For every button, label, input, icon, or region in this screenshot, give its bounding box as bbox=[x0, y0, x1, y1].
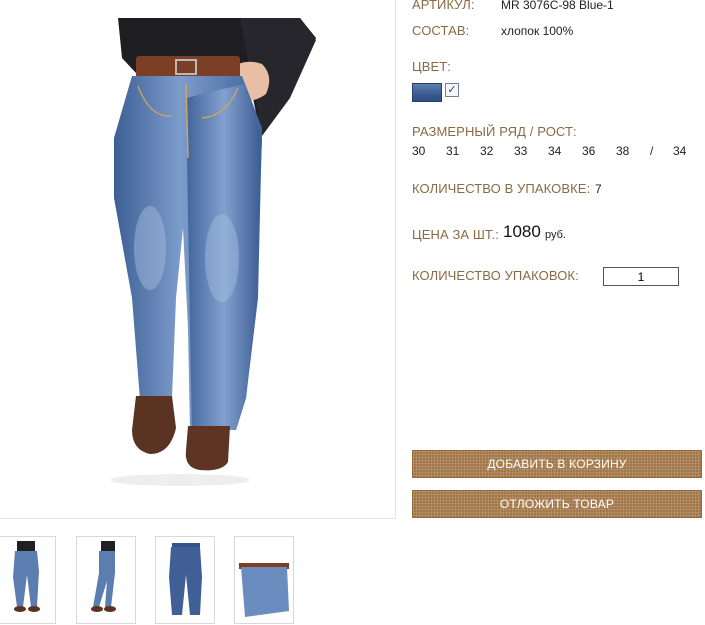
size-value: 36 bbox=[582, 144, 596, 158]
packs-quantity-input[interactable] bbox=[603, 267, 679, 286]
size-value: 38 bbox=[616, 144, 630, 158]
price-label: ЦЕНА ЗА ШТ.: bbox=[412, 227, 499, 242]
jeans-side-thumb-icon bbox=[91, 541, 116, 612]
height-separator: / bbox=[650, 144, 654, 158]
size-value: 33 bbox=[514, 144, 528, 158]
thumbnail-waist[interactable] bbox=[234, 536, 294, 624]
composition-value: хлопок 100% bbox=[501, 24, 574, 38]
sizes-row: 30 31 32 33 34 36 38 / 34 bbox=[412, 144, 697, 160]
defer-item-button[interactable]: ОТЛОЖИТЬ ТОВАР bbox=[412, 490, 702, 518]
main-product-image bbox=[0, 0, 396, 519]
thumbnail-flat[interactable] bbox=[155, 536, 215, 624]
size-value: 32 bbox=[480, 144, 494, 158]
color-label: ЦВЕТ: bbox=[412, 59, 452, 74]
sizes-label: РАЗМЕРНЫЙ РЯД / РОСТ: bbox=[412, 124, 577, 139]
jeans-flat-thumb-icon bbox=[169, 543, 202, 615]
packs-label: КОЛИЧЕСТВО УПАКОВОК: bbox=[412, 268, 579, 283]
pack-quantity-label: КОЛИЧЕСТВО В УПАКОВКЕ: bbox=[412, 181, 591, 196]
add-to-cart-button[interactable]: ДОБАВИТЬ В КОРЗИНУ bbox=[412, 450, 702, 478]
composition-label: СОСТАВ: bbox=[412, 23, 470, 38]
jeans-front-thumb-icon bbox=[13, 541, 40, 612]
price-value: 1080 bbox=[503, 222, 541, 241]
thumbnail-side[interactable] bbox=[76, 536, 136, 624]
pack-quantity-value: 7 bbox=[595, 182, 602, 196]
article-value: MR 3076C-98 Blue-1 bbox=[501, 0, 614, 12]
size-value: 31 bbox=[446, 144, 460, 158]
height-value: 34 bbox=[673, 144, 687, 158]
article-label: АРТИКУЛ: bbox=[412, 0, 475, 12]
thumbnail-front[interactable] bbox=[0, 536, 56, 624]
size-value: 30 bbox=[412, 144, 426, 158]
price-currency: руб. bbox=[545, 229, 566, 241]
color-swatch-blue[interactable] bbox=[412, 83, 442, 102]
jeans-model-illustration bbox=[110, 18, 316, 486]
size-value: 34 bbox=[548, 144, 562, 158]
color-selected-checkbox[interactable]: ✓ bbox=[445, 83, 459, 97]
jeans-waist-thumb-icon bbox=[239, 563, 289, 617]
